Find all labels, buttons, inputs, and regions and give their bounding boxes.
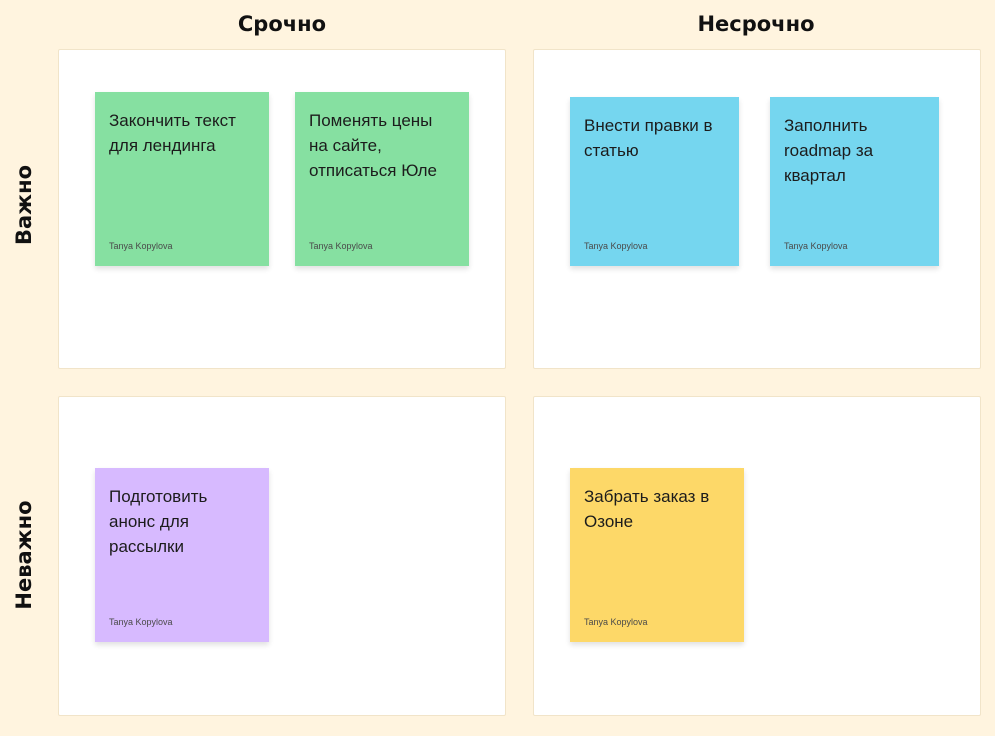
sticky-note-text: Поменять цены на сайте, отписаться Юле bbox=[309, 111, 438, 180]
sticky-note-author: Tanya Kopylova bbox=[584, 617, 648, 627]
sticky-note[interactable]: Подготовить анонс для рассылки Tanya Kop… bbox=[95, 468, 269, 642]
sticky-note-text: Заполнить roadmap за квартал bbox=[784, 116, 874, 185]
sticky-note-author: Tanya Kopylova bbox=[109, 241, 173, 251]
sticky-note[interactable]: Внести правки в статью Tanya Kopylova bbox=[570, 97, 739, 266]
sticky-note-author: Tanya Kopylova bbox=[584, 241, 648, 251]
sticky-note[interactable]: Поменять цены на сайте, отписаться Юле T… bbox=[295, 92, 469, 266]
sticky-note[interactable]: Заполнить roadmap за квартал Tanya Kopyl… bbox=[770, 97, 939, 266]
sticky-note-text: Забрать заказ в Озоне bbox=[584, 487, 710, 531]
column-header-urgent: Срочно bbox=[237, 12, 327, 36]
sticky-note-author: Tanya Kopylova bbox=[109, 617, 173, 627]
row-header-important-label: Важно bbox=[12, 164, 36, 246]
sticky-note-text: Внести правки в статью bbox=[584, 116, 713, 160]
sticky-note[interactable]: Забрать заказ в Озоне Tanya Kopylova bbox=[570, 468, 744, 642]
sticky-note-author: Tanya Kopylova bbox=[309, 241, 373, 251]
column-header-not-urgent: Несрочно bbox=[697, 12, 815, 36]
sticky-note-text: Подготовить анонс для рассылки bbox=[109, 487, 208, 556]
row-header-not-important-label: Неважно bbox=[12, 500, 36, 610]
sticky-note[interactable]: Закончить текст для лендинга Tanya Kopyl… bbox=[95, 92, 269, 266]
sticky-note-author: Tanya Kopylova bbox=[784, 241, 848, 251]
eisenhower-board: Срочно Несрочно Важно Неважно Закончить … bbox=[0, 0, 995, 736]
sticky-note-text: Закончить текст для лендинга bbox=[109, 111, 236, 155]
